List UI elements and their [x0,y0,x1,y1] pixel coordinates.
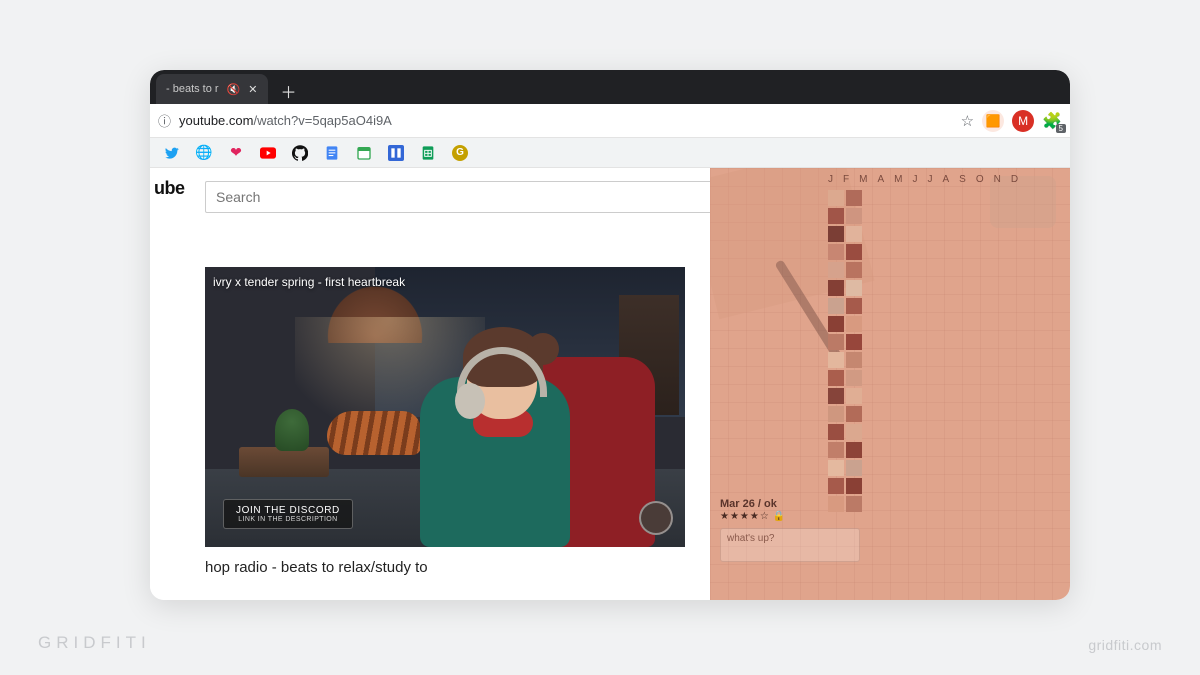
tab-close-icon[interactable]: ✕ [248,83,257,96]
pixel-cell[interactable] [846,262,862,278]
video-player[interactable]: ivry x tender spring - first heartbreak … [205,267,685,547]
bookmark-youtube-icon[interactable] [260,145,276,161]
pixel-grid[interactable] [828,190,862,512]
pixel-cell[interactable] [846,244,862,260]
pixel-cell[interactable] [846,334,862,350]
watermark-left: GRIDFITI [38,633,151,653]
tab-mute-icon[interactable]: 🔇 [227,83,241,96]
channel-avatar-overlay[interactable] [639,501,673,535]
bookmark-calendar-icon[interactable] [356,145,372,161]
pixel-cell[interactable] [846,208,862,224]
pixel-cell[interactable] [846,388,862,404]
entry-note-input[interactable]: what's up? [720,528,860,562]
bookmark-app-icon[interactable] [388,145,404,161]
bookmark-sheets-icon[interactable] [420,145,436,161]
month-label: F [843,174,850,185]
bookmarks-bar: 🌐 ❤ G [150,138,1070,168]
bookmark-globe-icon[interactable]: 🌐 [196,145,212,161]
pixel-cell[interactable] [846,226,862,242]
profile-avatar-icon[interactable]: M [1012,110,1034,132]
search-placeholder: Search [216,189,260,205]
journal-entry: Mar 26 / ok ★★★★☆ 🔒 what's up? [720,498,860,562]
month-label: M [859,174,868,185]
discord-banner-sub: LINK IN THE DESCRIPTION [236,516,340,523]
pixel-cell[interactable] [828,298,844,314]
pixel-cell[interactable] [828,424,844,440]
pixel-cell[interactable] [828,478,844,494]
months-row: JFMAMJJASOND [828,174,1019,185]
url-path: /watch?v=5qap5aO4i9A [253,113,391,128]
address-bar[interactable]: youtube.com/watch?v=5qap5aO4i9A [179,113,953,128]
month-label: J [912,174,918,185]
video-overlay-title: ivry x tender spring - first heartbreak [213,275,405,289]
pixel-cell[interactable] [846,280,862,296]
pixel-cell[interactable] [828,460,844,476]
discord-banner-label: JOIN THE DISCORD [236,505,340,516]
pixel-cell[interactable] [828,352,844,368]
page-content: ube Search ▦ 🔔 ⋮ [150,168,1070,600]
pixel-cell[interactable] [828,370,844,386]
month-label: M [894,174,903,185]
pixel-cell[interactable] [846,352,862,368]
pixel-cell[interactable] [828,262,844,278]
extensions-count-badge: 5 [1056,124,1066,133]
bookmark-heart-icon[interactable]: ❤ [228,145,244,161]
pixel-cell[interactable] [846,190,862,206]
pixel-cell[interactable] [846,316,862,332]
entry-note-placeholder: what's up? [727,533,775,544]
pixel-cell[interactable] [828,280,844,296]
browser-window: - beats to r 🔇 ✕ ＋ ⓘ youtube.com/watch?v… [150,70,1070,600]
bookmark-grammarly-icon[interactable]: G [452,145,468,161]
youtube-left-gutter: ube [150,168,205,600]
browser-tab[interactable]: - beats to r 🔇 ✕ [156,74,268,104]
pixel-cell[interactable] [846,370,862,386]
pixel-cell[interactable] [846,478,862,494]
pixel-cell[interactable] [846,406,862,422]
pixel-cell[interactable] [828,190,844,206]
month-label: N [994,174,1002,185]
pixel-cell[interactable] [828,388,844,404]
month-label: A [877,174,885,185]
bookmark-docs-icon[interactable] [324,145,340,161]
youtube-logo-fragment[interactable]: ube [150,168,205,199]
pixel-cell[interactable] [828,406,844,422]
tab-strip: - beats to r 🔇 ✕ ＋ [150,70,1070,104]
lock-icon: 🔒 [773,511,785,522]
new-tab-button[interactable]: ＋ [276,78,302,104]
pixel-cell[interactable] [846,442,862,458]
pixel-cell[interactable] [846,424,862,440]
url-domain: youtube.com [179,113,253,128]
discord-banner[interactable]: JOIN THE DISCORD LINK IN THE DESCRIPTION [223,499,353,529]
address-bar-row: ⓘ youtube.com/watch?v=5qap5aO4i9A ☆ 🟧 M … [150,104,1070,138]
pixel-cell[interactable] [846,298,862,314]
entry-date: Mar 26 / ok [720,498,777,510]
pixel-cell[interactable] [828,226,844,242]
pixel-cell[interactable] [828,316,844,332]
month-label: O [976,174,985,185]
month-label: S [959,174,967,185]
pixel-cell[interactable] [828,442,844,458]
month-label: A [942,174,950,185]
pixel-cell[interactable] [846,460,862,476]
extensions-puzzle-icon[interactable]: 🧩5 [1042,111,1062,131]
pixel-cell[interactable] [828,208,844,224]
pixel-cell[interactable] [828,244,844,260]
watermark-right: gridfiti.com [1088,637,1162,653]
pixel-cell[interactable] [828,334,844,350]
month-label: J [927,174,933,185]
month-label: D [1011,174,1019,185]
extension-popup[interactable]: JFMAMJJASOND Mar 26 / ok ★★★★☆ 🔒 what's … [710,168,1070,600]
month-label: J [828,174,834,185]
site-info-icon[interactable]: ⓘ [158,111,171,130]
bookmark-github-icon[interactable] [292,145,308,161]
extension-pixel-icon[interactable]: 🟧 [982,110,1004,132]
entry-rating: ★★★★☆ [720,511,770,522]
bookmark-star-icon[interactable]: ☆ [961,112,974,130]
bookmark-twitter-icon[interactable] [164,145,180,161]
tab-title: - beats to r [166,83,219,95]
